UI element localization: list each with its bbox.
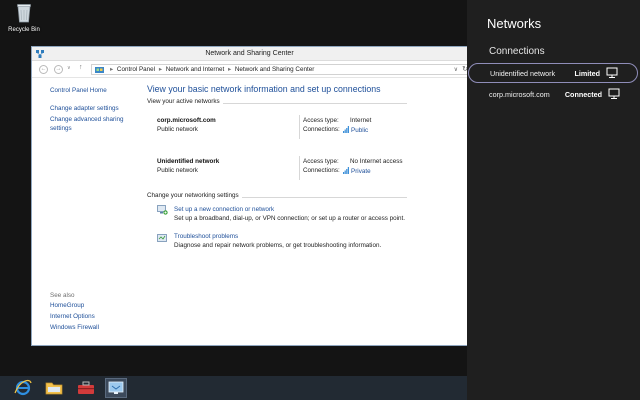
connections-label: Connections: [303,126,340,133]
network-name: corp.microsoft.com [157,117,216,124]
control-panel-icon [95,66,104,76]
taskbar-internet-explorer[interactable] [12,378,34,398]
taskbar [0,376,467,400]
taskbar-network-sharing-center[interactable] [105,378,127,398]
address-dropdown-icon[interactable]: ∨ [454,66,458,73]
network-type: Public network [157,167,198,174]
breadcrumb-separator: ▸ [110,66,114,73]
new-connection-link[interactable]: Set up a new connection or network [174,206,274,213]
active-networks-section: View your active networks [147,98,407,107]
change-advanced-sharing-line2: settings [50,124,72,132]
address-bar-row: ← → ∨ ↑ ▸ Control Panel ▸ Network and In… [32,61,472,78]
internet-explorer-icon [14,379,32,396]
change-settings-section: Change your networking settings [147,192,407,201]
wired-network-icon [608,88,620,102]
connections-heading: Connections [489,46,545,57]
change-settings-label: Change your networking settings [147,192,242,199]
new-connection-description: Set up a broadband, dial-up, or VPN conn… [174,215,406,222]
window-titlebar[interactable]: Network and Sharing Center [32,47,467,61]
change-advanced-sharing-line1: Change advanced sharing [50,116,124,123]
change-adapter-settings-link[interactable]: Change adapter settings [50,105,119,114]
network-sharing-center-window: Network and Sharing Center ← → ∨ ↑ ▸ Con… [31,46,472,346]
connection-link-label: Public [351,127,369,134]
network-item-corp[interactable]: corp.microsoft.com Connected [467,84,640,104]
forward-button[interactable]: → [54,65,63,74]
breadcrumb-separator: ▸ [227,66,232,73]
network-divider [299,156,300,180]
address-box[interactable]: ▸ Control Panel ▸ Network and Internet ▸… [91,64,472,75]
breadcrumb-control-panel[interactable]: Control Panel [117,66,155,73]
network-type: Public network [157,126,198,133]
recycle-bin-label: Recycle Bin [8,27,40,33]
connection-link-label: Private [351,168,371,175]
access-type-label: Access type: [303,158,339,165]
wired-network-icon [606,67,618,81]
network-item-status: Connected [564,90,602,99]
breadcrumb-separator: ▸ [158,66,162,73]
homegroup-link[interactable]: HomeGroup [50,302,84,311]
troubleshoot-description: Diagnose and repair network problems, or… [174,242,382,249]
connection-link[interactable]: Public [343,126,368,135]
back-button[interactable]: ← [39,65,48,74]
taskbar-toolbox[interactable] [75,378,97,398]
change-advanced-sharing-link[interactable]: Change advanced sharing settings [50,116,124,133]
internet-options-link[interactable]: Internet Options [50,313,95,322]
windows-firewall-link[interactable]: Windows Firewall [50,324,99,333]
connection-link[interactable]: Private [343,167,371,176]
network-item-name: corp.microsoft.com [489,90,550,99]
signal-bars-icon [343,126,349,135]
connections-label: Connections: [303,167,340,174]
networks-charm-panel: Networks Connections Unidentified networ… [467,0,640,400]
toolbox-icon [78,381,94,394]
breadcrumb-network-sharing-center[interactable]: Network and Sharing Center [235,66,314,73]
network-item-name: Unidentified network [490,69,556,78]
window-title: Network and Sharing Center [205,50,294,57]
folder-icon [45,382,63,395]
access-type-value: No Internet access [350,158,403,165]
taskbar-file-explorer[interactable] [43,378,65,398]
troubleshoot-icon [157,234,168,243]
recycle-bin[interactable]: Recycle Bin [4,3,44,33]
troubleshoot-link[interactable]: Troubleshoot problems [174,233,238,240]
network-item-status: Limited [574,69,600,78]
charm-title: Networks [487,16,542,31]
up-button[interactable]: ↑ [79,64,83,71]
access-type-label: Access type: [303,117,339,124]
control-panel-home-link[interactable]: Control Panel Home [50,87,107,96]
active-networks-label: View your active networks [147,98,223,105]
network-name: Unidentified network [157,158,220,165]
signal-bars-icon [343,167,349,176]
breadcrumb-network-internet[interactable]: Network and Internet [166,66,224,73]
access-type-value: Internet [350,117,372,124]
network-center-taskbar-icon [108,381,124,394]
recent-locations-dropdown[interactable]: ∨ [67,65,71,71]
network-item-unidentified[interactable]: Unidentified network Limited [468,63,638,83]
page-heading: View your basic network information and … [147,84,381,94]
see-also-heading: See also [50,292,75,299]
recycle-bin-icon [17,3,31,23]
network-divider [299,115,300,139]
breadcrumb: ▸ Control Panel ▸ Network and Internet ▸… [108,66,314,73]
new-connection-icon [157,205,168,215]
